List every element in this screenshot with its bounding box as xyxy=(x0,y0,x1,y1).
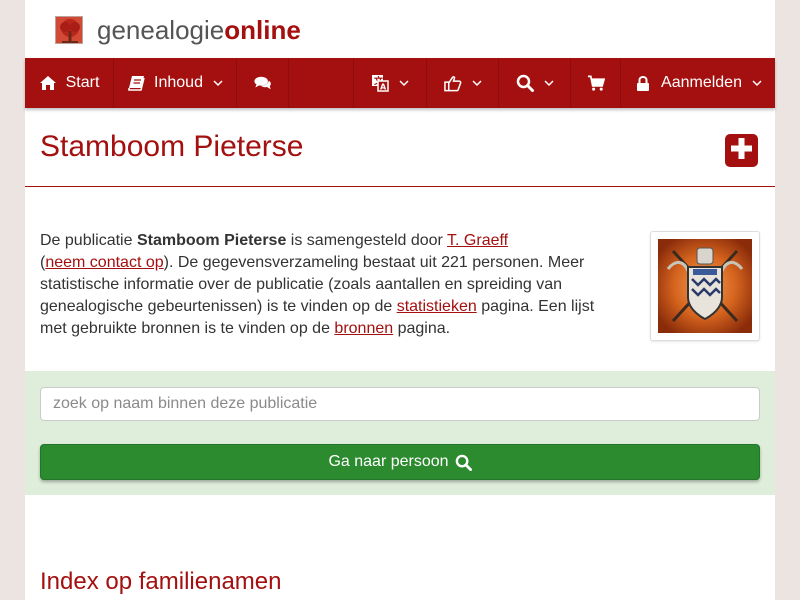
chevron-down-icon xyxy=(213,79,223,87)
lock-icon xyxy=(634,74,652,92)
contact-link[interactable]: neem contact op xyxy=(45,254,163,271)
statistics-link[interactable]: statistieken xyxy=(397,298,477,315)
intro-text: De publicatie xyxy=(40,232,137,249)
chevron-down-icon xyxy=(543,79,554,87)
person-search-panel: Ga naar persoon xyxy=(25,371,775,495)
brand-name-bold: online xyxy=(224,15,301,45)
title-row: Stamboom Pieterse xyxy=(25,108,775,187)
search-icon xyxy=(516,74,534,92)
plus-square-icon xyxy=(730,137,753,165)
home-icon xyxy=(39,74,57,92)
main-nav: Start Inhoud 文A xyxy=(25,58,775,108)
svg-text:A: A xyxy=(380,83,387,92)
add-button[interactable] xyxy=(725,134,758,167)
tree-logo-icon xyxy=(55,16,83,44)
nav-spacer xyxy=(289,58,354,108)
thumbs-up-icon xyxy=(443,74,462,92)
cart-icon xyxy=(587,74,605,92)
surname-index-title: Index op familienamen xyxy=(40,568,282,595)
intro-text: pagina. xyxy=(393,320,451,337)
nav-search[interactable] xyxy=(499,58,571,108)
sources-link[interactable]: bronnen xyxy=(334,320,393,337)
author-link[interactable]: T. Graeff xyxy=(447,232,508,249)
chevron-down-icon xyxy=(752,79,762,87)
chevron-down-icon xyxy=(471,79,482,87)
publication-intro: De publicatie Stamboom Pieterse is samen… xyxy=(40,232,595,337)
go-to-person-button[interactable]: Ga naar persoon xyxy=(40,444,760,480)
intro-text: is samengesteld door xyxy=(286,232,448,249)
comments-icon xyxy=(253,74,272,92)
nav-share[interactable] xyxy=(427,58,499,108)
nav-start[interactable]: Start xyxy=(25,58,114,108)
book-icon xyxy=(127,74,145,92)
nav-chat[interactable] xyxy=(237,58,289,108)
go-to-person-label: Ga naar persoon xyxy=(328,453,449,470)
site-brand[interactable]: genealogieonline xyxy=(55,14,301,46)
nav-start-label: Start xyxy=(65,74,100,91)
publication-name: Stamboom Pieterse xyxy=(136,232,287,249)
chevron-down-icon xyxy=(399,79,409,87)
coat-of-arms-image xyxy=(650,231,760,341)
nav-login[interactable]: Aanmelden xyxy=(621,58,775,108)
translate-icon: 文A xyxy=(371,74,389,92)
nav-login-label: Aanmelden xyxy=(661,74,742,91)
page-title: Stamboom Pieterse xyxy=(40,130,304,163)
brand-name: genealogieonline xyxy=(97,15,301,45)
nav-cart[interactable] xyxy=(571,58,621,108)
nav-language[interactable]: 文A xyxy=(354,58,427,108)
search-icon xyxy=(455,454,472,471)
page: genealogieonline Start Inhoud 文 xyxy=(25,0,775,600)
brand-name-regular: genealogie xyxy=(97,15,225,45)
nav-inhoud-label: Inhoud xyxy=(154,74,203,91)
nav-inhoud[interactable]: Inhoud xyxy=(114,58,237,108)
search-input[interactable] xyxy=(40,387,760,421)
